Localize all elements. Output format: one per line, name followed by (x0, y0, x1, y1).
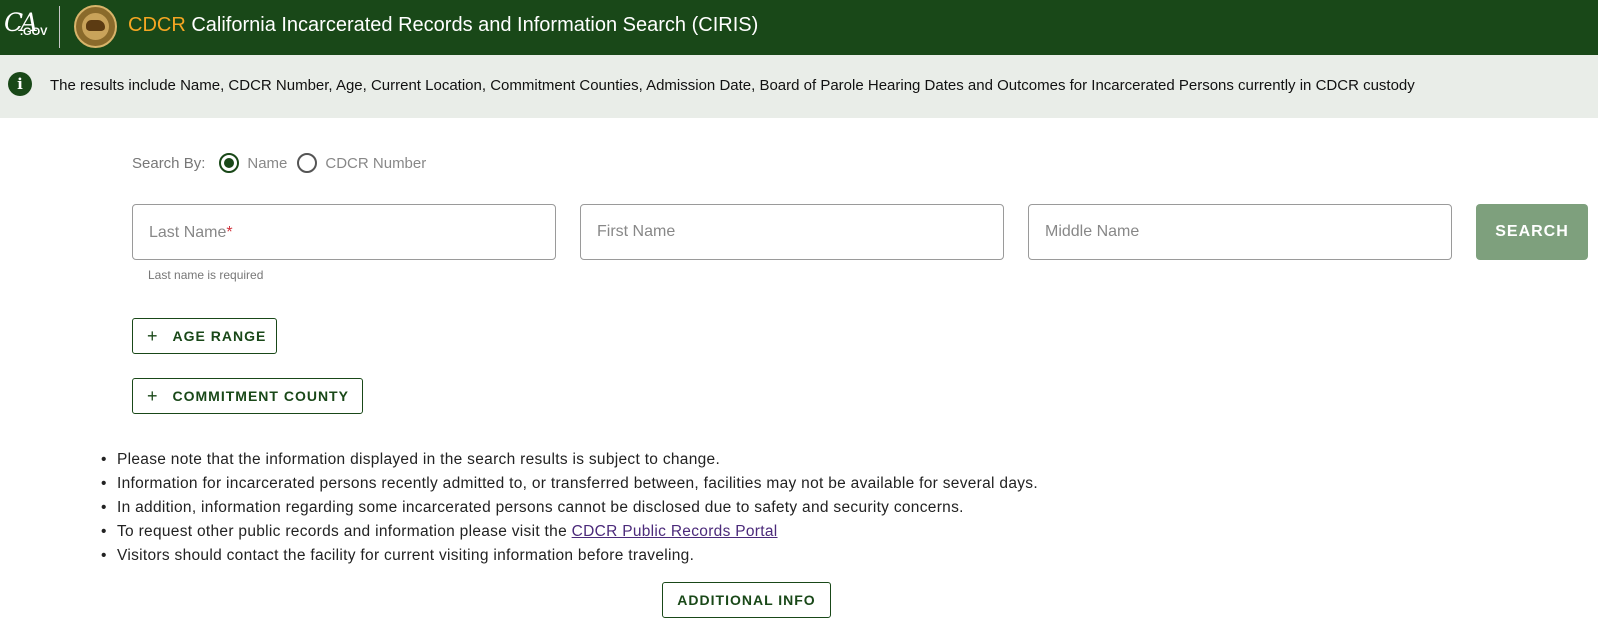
header-divider (59, 6, 60, 48)
info-icon: i (8, 72, 32, 96)
list-item: • To request other public records and inf… (101, 523, 778, 540)
search-button[interactable]: SEARCH (1476, 204, 1588, 260)
search-by-label: Search By: (132, 154, 206, 172)
top-bar: CA .GOV CDCR California Incarcerated Rec… (0, 0, 1598, 55)
info-banner-text: The results include Name, CDCR Number, A… (50, 77, 1415, 94)
cdcr-seal-icon[interactable] (74, 5, 117, 48)
gov-logo-text: .GOV (20, 26, 48, 38)
page-title: CDCR California Incarcerated Records and… (128, 14, 758, 37)
middle-name-input[interactable] (1029, 205, 1451, 259)
title-acronym: CDCR (128, 14, 186, 36)
first-name-field[interactable] (580, 204, 1004, 260)
title-text: California Incarcerated Records and Info… (185, 14, 759, 36)
public-records-portal-link[interactable]: CDCR Public Records Portal (572, 523, 778, 540)
list-item: • Please note that the information displa… (101, 451, 721, 468)
ca-gov-logo[interactable]: CA .GOV (4, 8, 48, 44)
list-item: • Information for incarcerated persons re… (101, 475, 1038, 492)
plus-icon: + (147, 386, 159, 406)
radio-cdcr-number-label[interactable]: CDCR Number (325, 155, 426, 172)
radio-name[interactable] (219, 153, 240, 173)
additional-info-button[interactable]: ADDITIONAL INFO (662, 582, 831, 618)
commitment-county-label: COMMITMENT COUNTY (172, 388, 349, 404)
first-name-input[interactable] (581, 205, 1003, 259)
last-name-hint: Last name is required (148, 268, 264, 282)
notes-list: • Please note that the information displa… (101, 451, 1038, 571)
list-item: • In addition, information regarding some… (101, 499, 964, 516)
commitment-county-button[interactable]: + COMMITMENT COUNTY (132, 378, 363, 414)
radio-name-label[interactable]: Name (247, 155, 287, 172)
last-name-field[interactable]: Last Name* (132, 204, 556, 260)
radio-cdcr-number[interactable] (297, 153, 318, 173)
plus-icon: + (147, 326, 159, 346)
info-banner: i The results include Name, CDCR Number,… (0, 55, 1598, 118)
search-by-group: Search By: Name CDCR Number (132, 153, 436, 173)
age-range-button[interactable]: + AGE RANGE (132, 318, 277, 354)
last-name-input[interactable] (133, 205, 555, 259)
middle-name-field[interactable] (1028, 204, 1452, 260)
age-range-label: AGE RANGE (172, 328, 267, 344)
list-item: • Visitors should contact the facility fo… (101, 547, 695, 564)
